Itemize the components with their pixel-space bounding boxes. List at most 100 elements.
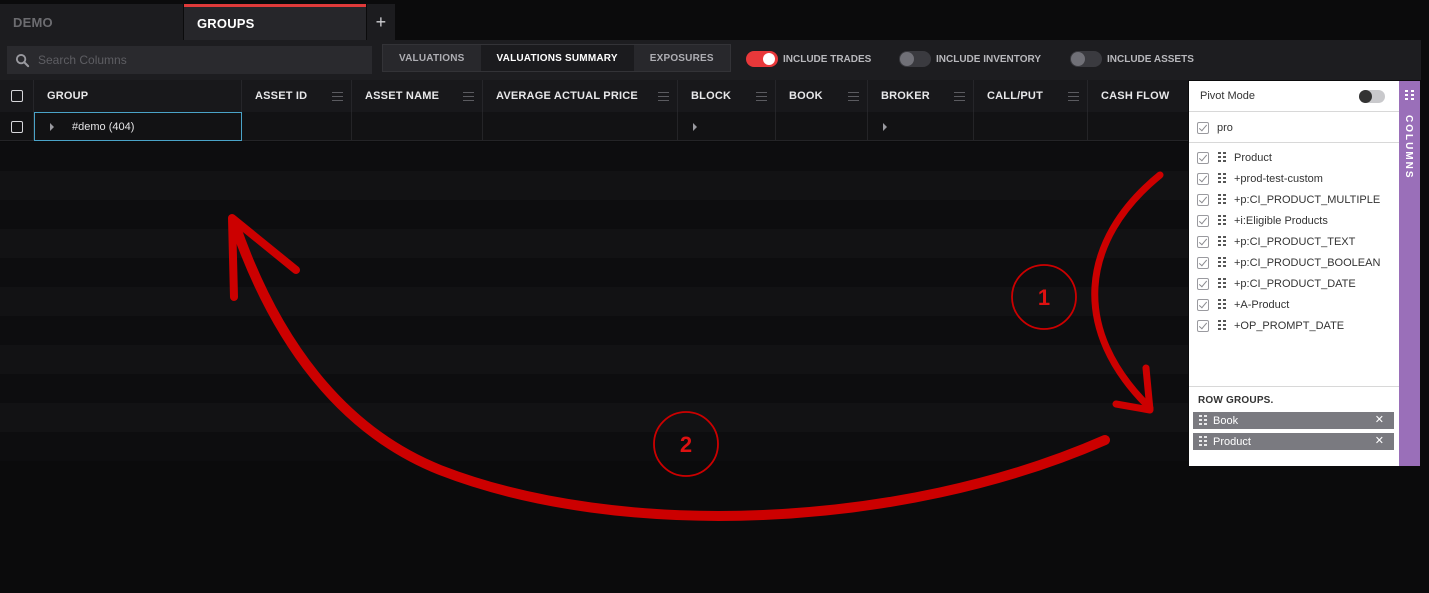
toggle-switch[interactable] (899, 51, 931, 67)
column-header-broker[interactable]: BROKER (868, 80, 974, 112)
cell (1088, 112, 1188, 141)
select-all-cell (0, 80, 34, 112)
tab-bar: DEMO GROUPS + (0, 0, 1429, 40)
tab-groups[interactable]: GROUPS (184, 4, 366, 40)
empty-row (0, 345, 1188, 374)
drag-handle-icon[interactable] (1199, 415, 1207, 426)
pivot-mode-toggle[interactable] (1359, 90, 1385, 103)
drag-handle-icon[interactable] (1218, 194, 1226, 205)
column-checkbox[interactable] (1197, 235, 1209, 248)
expand-caret-icon[interactable] (693, 122, 697, 131)
side-tab-label: COLUMNS (1403, 115, 1414, 180)
list-item[interactable]: +OP_PROMPT_DATE (1189, 315, 1399, 336)
include-assets-toggle[interactable]: INCLUDE ASSETS (1070, 51, 1194, 67)
columns-icon (1405, 90, 1414, 100)
list-item[interactable]: +A-Product (1189, 294, 1399, 315)
column-list: Product +prod-test-custom +p:CI_PRODUCT_… (1189, 147, 1399, 336)
column-filter-input[interactable]: pro (1217, 122, 1233, 134)
tab-valuations-summary[interactable]: VALUATIONS SUMMARY (480, 45, 634, 71)
select-all-columns-checkbox[interactable] (1197, 121, 1209, 134)
toggle-switch[interactable] (1070, 51, 1102, 67)
column-header-average-actual-price[interactable]: AVERAGE ACTUAL PRICE (483, 80, 678, 112)
include-trades-toggle[interactable]: INCLUDE TRADES (746, 51, 871, 67)
column-header-block[interactable]: BLOCK (678, 80, 776, 112)
column-menu-icon[interactable] (954, 91, 965, 101)
column-header-book[interactable]: BOOK (776, 80, 868, 112)
column-menu-icon[interactable] (1068, 91, 1079, 101)
row-groups-title: ROW GROUPS. (1198, 395, 1274, 406)
empty-row (0, 229, 1188, 258)
search-columns-input[interactable] (38, 53, 358, 67)
toggle-switch[interactable] (746, 51, 778, 67)
close-icon[interactable]: ✕ (1375, 434, 1384, 447)
columns-side-tab[interactable]: COLUMNS (1399, 81, 1420, 466)
tab-exposures[interactable]: EXPOSURES (634, 45, 730, 71)
list-item[interactable]: +p:CI_PRODUCT_TEXT (1189, 231, 1399, 252)
table-row[interactable]: #demo (404) (0, 112, 1188, 141)
add-tab-button[interactable]: + (367, 4, 395, 40)
list-item[interactable]: +i:Eligible Products (1189, 210, 1399, 231)
list-item[interactable]: +prod-test-custom (1189, 168, 1399, 189)
search-box (7, 46, 372, 74)
column-checkbox[interactable] (1197, 256, 1209, 269)
list-item[interactable]: +p:CI_PRODUCT_DATE (1189, 273, 1399, 294)
search-icon (15, 53, 30, 67)
close-icon[interactable]: ✕ (1375, 413, 1384, 426)
expand-caret-icon[interactable] (50, 122, 54, 131)
empty-row (0, 287, 1188, 316)
column-checkbox[interactable] (1197, 277, 1209, 290)
drag-handle-icon[interactable] (1218, 278, 1226, 289)
column-header-asset-id[interactable]: ASSET ID (242, 80, 352, 112)
column-menu-icon[interactable] (332, 91, 343, 101)
list-item[interactable]: +p:CI_PRODUCT_MULTIPLE (1189, 189, 1399, 210)
empty-row (0, 258, 1188, 287)
column-header-cash-flow[interactable]: CASH FLOW (1088, 80, 1188, 112)
toggle-label: INCLUDE TRADES (783, 53, 872, 65)
row-checkbox[interactable] (11, 120, 23, 133)
drag-handle-icon[interactable] (1218, 320, 1226, 331)
data-grid: GROUP ASSET ID ASSET NAME AVERAGE ACTUAL… (0, 80, 1188, 467)
expand-caret-icon[interactable] (883, 122, 887, 131)
empty-row (0, 171, 1188, 200)
column-header-call-put[interactable]: CALL/PUT (974, 80, 1088, 112)
list-item[interactable]: +p:CI_PRODUCT_BOOLEAN (1189, 252, 1399, 273)
column-menu-icon[interactable] (658, 91, 669, 101)
column-checkbox[interactable] (1197, 319, 1209, 332)
drag-handle-icon[interactable] (1199, 436, 1207, 447)
column-header-group[interactable]: GROUP (34, 80, 242, 112)
toggle-label: INCLUDE ASSETS (1107, 53, 1194, 65)
column-menu-icon[interactable] (756, 91, 767, 101)
column-checkbox[interactable] (1197, 193, 1209, 206)
pivot-mode-row: Pivot Mode (1189, 81, 1399, 112)
column-checkbox[interactable] (1197, 298, 1209, 311)
include-inventory-toggle[interactable]: INCLUDE INVENTORY (899, 51, 1041, 67)
group-cell[interactable]: #demo (404) (34, 112, 242, 141)
drag-handle-icon[interactable] (1218, 215, 1226, 226)
column-checkbox[interactable] (1197, 151, 1209, 164)
tab-demo[interactable]: DEMO (0, 4, 183, 40)
column-checkbox[interactable] (1197, 214, 1209, 227)
drag-handle-icon[interactable] (1218, 173, 1226, 184)
tab-valuations[interactable]: VALUATIONS (383, 45, 481, 71)
cell (678, 112, 776, 141)
select-all-checkbox[interactable] (11, 90, 23, 102)
group-label: #demo (404) (72, 120, 135, 133)
empty-row (0, 316, 1188, 345)
drag-handle-icon[interactable] (1218, 152, 1226, 163)
cell (868, 112, 974, 141)
column-menu-icon[interactable] (463, 91, 474, 101)
row-group-chip-book[interactable]: Book ✕ (1193, 412, 1394, 429)
drag-handle-icon[interactable] (1218, 257, 1226, 268)
row-group-chip-product[interactable]: Product ✕ (1193, 433, 1394, 450)
column-header-asset-name[interactable]: ASSET NAME (352, 80, 483, 112)
cell (352, 112, 483, 141)
list-item[interactable]: Product (1189, 147, 1399, 168)
column-filter-row: pro (1189, 113, 1399, 143)
column-menu-icon[interactable] (848, 91, 859, 101)
drag-handle-icon[interactable] (1218, 236, 1226, 247)
drag-handle-icon[interactable] (1218, 299, 1226, 310)
column-checkbox[interactable] (1197, 172, 1209, 185)
empty-row (0, 142, 1188, 171)
empty-row (0, 374, 1188, 403)
toolbar: VALUATIONS VALUATIONS SUMMARY EXPOSURES … (0, 40, 1421, 80)
